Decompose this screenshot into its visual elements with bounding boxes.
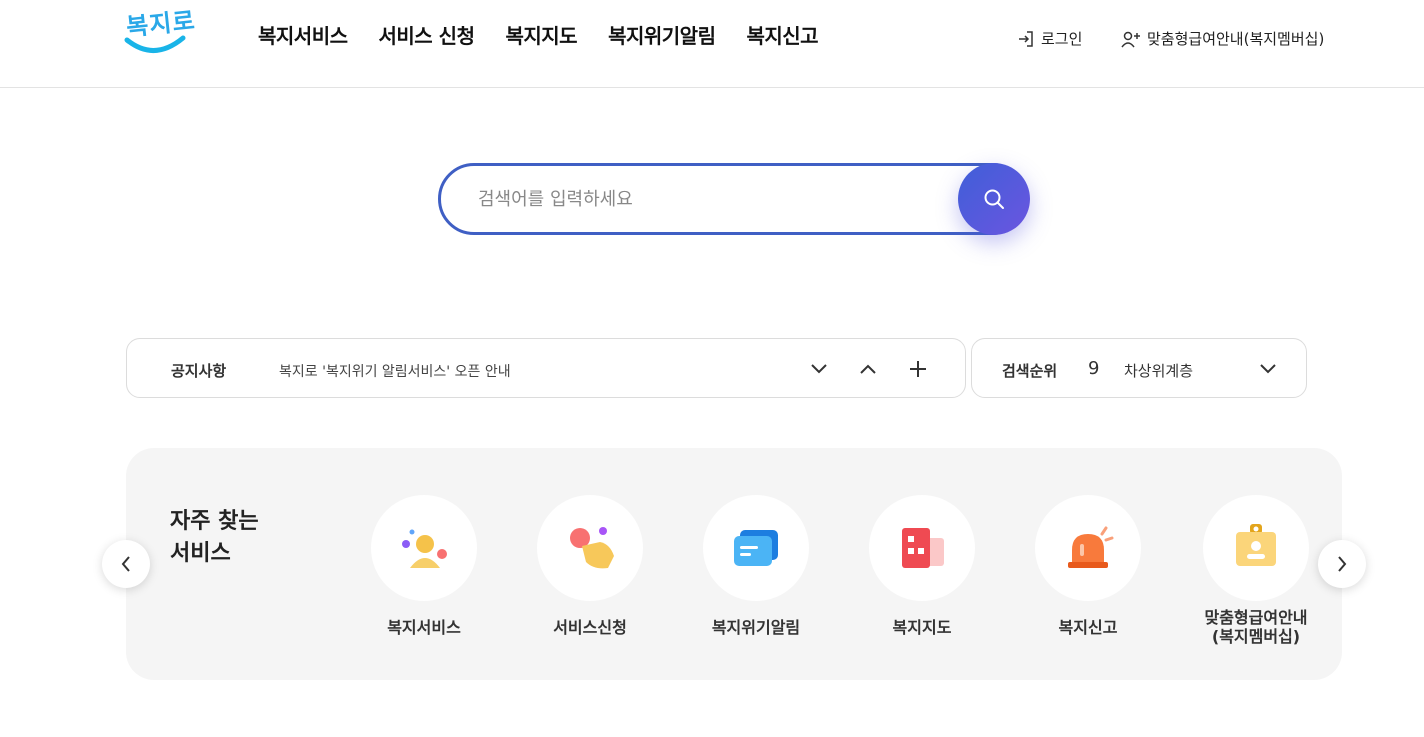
service-label: 복지신고: [1058, 618, 1118, 637]
nav-service-apply[interactable]: 서비스 신청: [379, 20, 475, 49]
rank-term[interactable]: 차상위계층: [1124, 360, 1193, 381]
siren-icon: [1068, 526, 1114, 568]
service-crisis-alert[interactable]: 복지위기알림: [681, 495, 831, 637]
rank-label: 검색순위: [1002, 362, 1058, 380]
service-icon-circle: [537, 495, 643, 601]
nav-welfare-service[interactable]: 복지서비스: [258, 20, 348, 49]
search-rank: 검색순위 9 차상위계층: [971, 338, 1307, 398]
logo-smile-icon: [124, 35, 186, 53]
service-icon-circle: [869, 495, 975, 601]
service-apply[interactable]: 서비스신청: [515, 495, 665, 637]
membership-link[interactable]: 맞춤형급여안내(복지멤버십): [1121, 28, 1324, 49]
frequent-services-title: 자주 찾는 서비스: [170, 506, 290, 570]
notice-label: 공지사항: [171, 362, 227, 380]
service-label: 맞춤형급여안내 (복지멤버십): [1181, 608, 1331, 646]
login-label: 로그인: [1041, 30, 1083, 48]
hand-tap-icon: [570, 527, 614, 569]
notice-next-button[interactable]: [807, 357, 831, 381]
site-header: 복지로 복지서비스 서비스 신청 복지지도 복지위기알림 복지신고 로그인 맞춤…: [0, 0, 1424, 88]
id-card-icon: [1236, 524, 1276, 566]
chevron-up-icon: [860, 364, 876, 374]
chevron-left-icon: [121, 556, 130, 572]
message-icon: [734, 530, 778, 566]
service-label: 복지지도: [892, 618, 952, 637]
service-label-line-2: (복지멤버십): [1211, 627, 1301, 646]
service-label: 복지위기알림: [711, 618, 801, 637]
service-icon-circle: [371, 495, 477, 601]
chevron-down-icon: [811, 364, 827, 374]
title-line-2: 서비스: [170, 541, 231, 566]
chevron-right-icon: [1338, 556, 1347, 572]
service-label: 서비스신청: [553, 618, 627, 637]
service-label: 복지서비스: [387, 618, 461, 637]
membership-label: 맞춤형급여안내(복지멤버십): [1147, 30, 1325, 48]
search-box: [438, 163, 1028, 235]
service-membership[interactable]: 맞춤형급여안내 (복지멤버십): [1181, 495, 1331, 646]
nav-crisis-alert[interactable]: 복지위기알림: [608, 20, 716, 49]
person-icon: [402, 529, 447, 568]
notice-text[interactable]: 복지로 '복지위기 알림서비스' 오픈 안내: [279, 361, 511, 381]
service-welfare-map[interactable]: 복지지도: [847, 495, 997, 637]
notice-more-button[interactable]: [906, 357, 930, 381]
service-welfare-report[interactable]: 복지신고: [1013, 495, 1163, 637]
add-user-icon: [1121, 31, 1140, 47]
service-icon-circle: [1035, 495, 1141, 601]
main-nav: 복지서비스 서비스 신청 복지지도 복지위기알림 복지신고: [258, 20, 819, 49]
login-icon: [1019, 30, 1033, 47]
service-icon-circle: [1203, 495, 1309, 601]
search-input[interactable]: [478, 166, 948, 232]
login-link[interactable]: 로그인: [1017, 28, 1082, 49]
chevron-down-icon: [1260, 364, 1276, 374]
plus-icon: [910, 361, 926, 377]
service-label-line-1: 맞춤형급여안내: [1204, 608, 1308, 627]
rank-expand-button[interactable]: [1256, 357, 1280, 381]
nav-welfare-report[interactable]: 복지신고: [746, 20, 818, 49]
rank-number: 9: [1088, 358, 1100, 379]
search-button[interactable]: [958, 163, 1030, 235]
notice-bar: 공지사항 복지로 '복지위기 알림서비스' 오픈 안내: [126, 338, 966, 398]
building-map-icon: [902, 528, 944, 568]
search-icon: [984, 189, 1004, 209]
notice-prev-button[interactable]: [856, 357, 880, 381]
nav-welfare-map[interactable]: 복지지도: [505, 20, 577, 49]
service-welfare[interactable]: 복지서비스: [349, 495, 499, 637]
bokjiro-logo[interactable]: 복지로: [122, 4, 197, 62]
carousel-prev-button[interactable]: [102, 540, 150, 588]
service-icon-circle: [703, 495, 809, 601]
title-line-1: 자주 찾는: [170, 509, 259, 534]
